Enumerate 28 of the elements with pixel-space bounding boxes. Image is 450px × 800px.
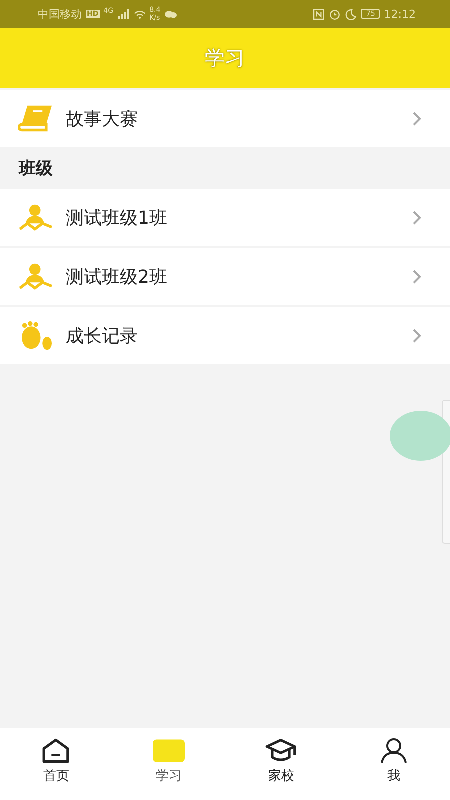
list-item[interactable]: 成长记录 xyxy=(0,307,450,364)
chevron-icon xyxy=(412,328,422,344)
carrier-text: 中国移动 xyxy=(38,6,82,22)
floating-button[interactable] xyxy=(390,411,450,461)
list-item[interactable]: 测试班级2班 xyxy=(0,248,450,305)
chevron-icon xyxy=(412,110,422,126)
page-title: 学习 xyxy=(205,44,245,72)
time-text: 12:12 xyxy=(384,8,416,20)
moon-icon xyxy=(345,8,358,20)
tab[interactable]: 家校 xyxy=(225,728,338,800)
tab[interactable]: 我 xyxy=(338,728,450,800)
chat-icon xyxy=(164,8,177,20)
list-item[interactable]: 故事大赛 xyxy=(0,90,450,147)
tab[interactable]: 首页 xyxy=(0,728,112,800)
nfc-icon xyxy=(313,8,326,20)
list-item[interactable]: 测试班级1班 xyxy=(0,189,450,246)
graduation-cap-icon xyxy=(265,738,298,764)
wifi-icon xyxy=(134,8,146,20)
signal-icon xyxy=(118,8,130,20)
item-label: 成长记录 xyxy=(66,324,139,348)
item-label: 测试班级2班 xyxy=(66,266,168,288)
item-label: 测试班级1班 xyxy=(66,206,168,230)
chevron-icon xyxy=(412,268,422,284)
section-title: 班级 xyxy=(18,158,54,180)
chevron-icon xyxy=(412,210,422,226)
alarm-icon xyxy=(329,8,342,20)
item-label: 故事大赛 xyxy=(66,108,139,130)
tab[interactable]: 学习 xyxy=(112,728,225,800)
